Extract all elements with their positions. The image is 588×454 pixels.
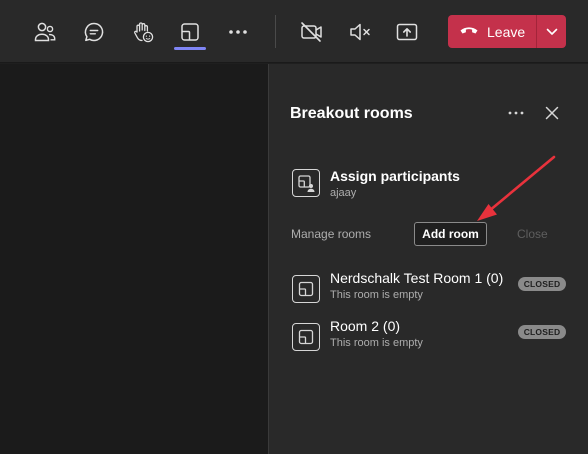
meeting-stage — [0, 64, 268, 454]
active-tab-indicator — [174, 47, 206, 50]
room-status-text: This room is empty — [330, 289, 423, 301]
breakout-rooms-panel: Breakout rooms Assign participants ajaay… — [268, 64, 588, 454]
more-icon[interactable] — [222, 16, 254, 48]
people-icon[interactable] — [29, 16, 61, 48]
breakout-room-icon — [292, 275, 320, 303]
manage-rooms-row: Manage rooms Add room Close — [290, 222, 570, 248]
room-name: Room 2 (0) — [330, 318, 401, 334]
close-icon[interactable] — [541, 102, 563, 124]
panel-title: Breakout rooms — [290, 105, 413, 122]
meeting-toolbar: Leave — [0, 0, 588, 63]
camera-off-icon[interactable] — [296, 16, 328, 48]
close-rooms-button[interactable]: Close — [517, 227, 548, 241]
assign-participants-title: Assign participants — [330, 168, 460, 184]
manage-rooms-label: Manage rooms — [291, 227, 372, 241]
leave-button[interactable]: Leave — [448, 15, 566, 48]
room-list-item[interactable]: Nerdschalk Test Room 1 (0) This room is … — [291, 270, 571, 306]
leave-label: Leave — [487, 23, 526, 40]
assign-participants-icon — [292, 169, 320, 197]
room-status-badge: CLOSED — [518, 325, 566, 339]
toolbar-divider — [275, 15, 276, 48]
chat-icon[interactable] — [78, 16, 110, 48]
room-status-text: This room is empty — [330, 337, 423, 349]
room-name: Nerdschalk Test Room 1 (0) — [330, 270, 504, 286]
phone-hangup-icon — [459, 23, 479, 41]
breakout-rooms-icon[interactable] — [174, 16, 206, 48]
leave-main[interactable]: Leave — [448, 15, 536, 48]
room-list-item[interactable]: Room 2 (0) This room is empty CLOSED — [291, 318, 571, 354]
chevron-down-icon[interactable] — [537, 15, 566, 48]
add-room-button[interactable]: Add room — [414, 222, 487, 246]
room-status-badge: CLOSED — [518, 277, 566, 291]
assign-participants-subtitle: ajaay — [330, 187, 357, 199]
assign-participants[interactable]: Assign participants ajaay — [291, 167, 551, 207]
breakout-room-icon — [292, 323, 320, 351]
mic-muted-icon[interactable] — [344, 16, 376, 48]
share-screen-icon[interactable] — [391, 16, 423, 48]
raise-hand-icon[interactable] — [127, 16, 159, 48]
more-options-icon[interactable] — [505, 102, 527, 124]
